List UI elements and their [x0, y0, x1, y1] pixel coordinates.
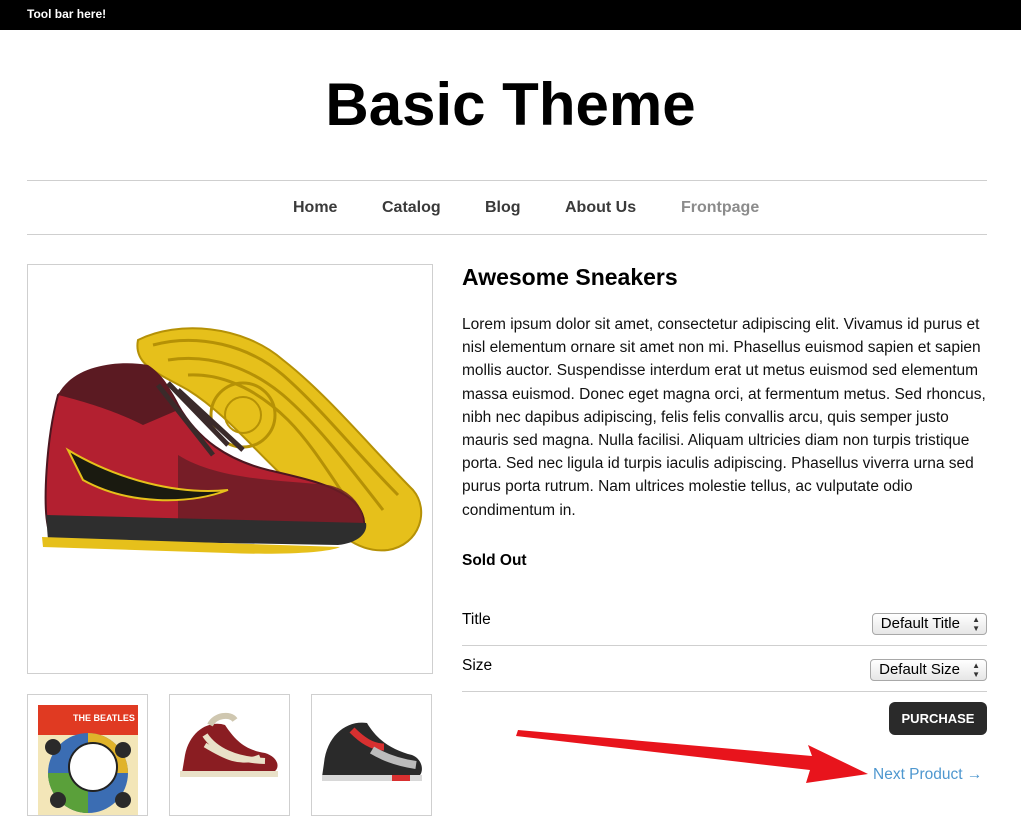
size-select[interactable]: Default Size ▲ ▼: [870, 659, 987, 681]
thumbnail-sneaker-black-red[interactable]: [311, 694, 432, 816]
nav-item-about-us[interactable]: About Us: [565, 199, 636, 217]
option-label-size: Size: [462, 657, 493, 674]
album-text: THE BEATLES: [73, 713, 135, 723]
sneaker-red-white-icon: [180, 712, 278, 777]
sneaker-black-red-icon: [322, 722, 422, 781]
toolbar: Tool bar here!: [0, 0, 1021, 30]
status-sold-out: Sold Out: [462, 552, 527, 569]
nav-item-blog[interactable]: Blog: [485, 199, 521, 217]
toolbar-text: Tool bar here!: [27, 7, 107, 21]
title-select-value: Default Title: [880, 615, 960, 632]
sneaker-image: [42, 327, 423, 554]
purchase-button[interactable]: PURCHASE: [889, 702, 987, 735]
thumbnail-album[interactable]: THE BEATLES: [27, 694, 148, 816]
thumbnail-sneaker-red-white[interactable]: [169, 694, 290, 816]
title-select[interactable]: Default Title ▲ ▼: [871, 613, 987, 635]
option-row-size: Size Default Size ▲ ▼: [462, 645, 987, 692]
option-row-title: Title Default Title ▲ ▼: [462, 599, 987, 646]
nav-item-catalog[interactable]: Catalog: [382, 199, 441, 217]
record-album-icon: THE BEATLES: [38, 705, 138, 815]
product-title: Awesome Sneakers: [462, 264, 678, 290]
main-nav: Home Catalog Blog About Us Frontpage: [27, 180, 987, 235]
select-arrows-icon: ▲ ▼: [972, 661, 980, 679]
option-label-title: Title: [462, 611, 491, 628]
nav-item-frontpage[interactable]: Frontpage: [681, 199, 759, 217]
next-product-link[interactable]: Next Product →: [873, 766, 982, 784]
size-select-value: Default Size: [879, 661, 960, 678]
site-title[interactable]: Basic Theme: [0, 70, 1021, 140]
main-product-image[interactable]: [27, 264, 433, 674]
select-arrows-icon: ▲ ▼: [972, 615, 980, 633]
product-description: Lorem ipsum dolor sit amet, consectetur …: [462, 316, 986, 519]
nav-item-home[interactable]: Home: [293, 199, 337, 217]
